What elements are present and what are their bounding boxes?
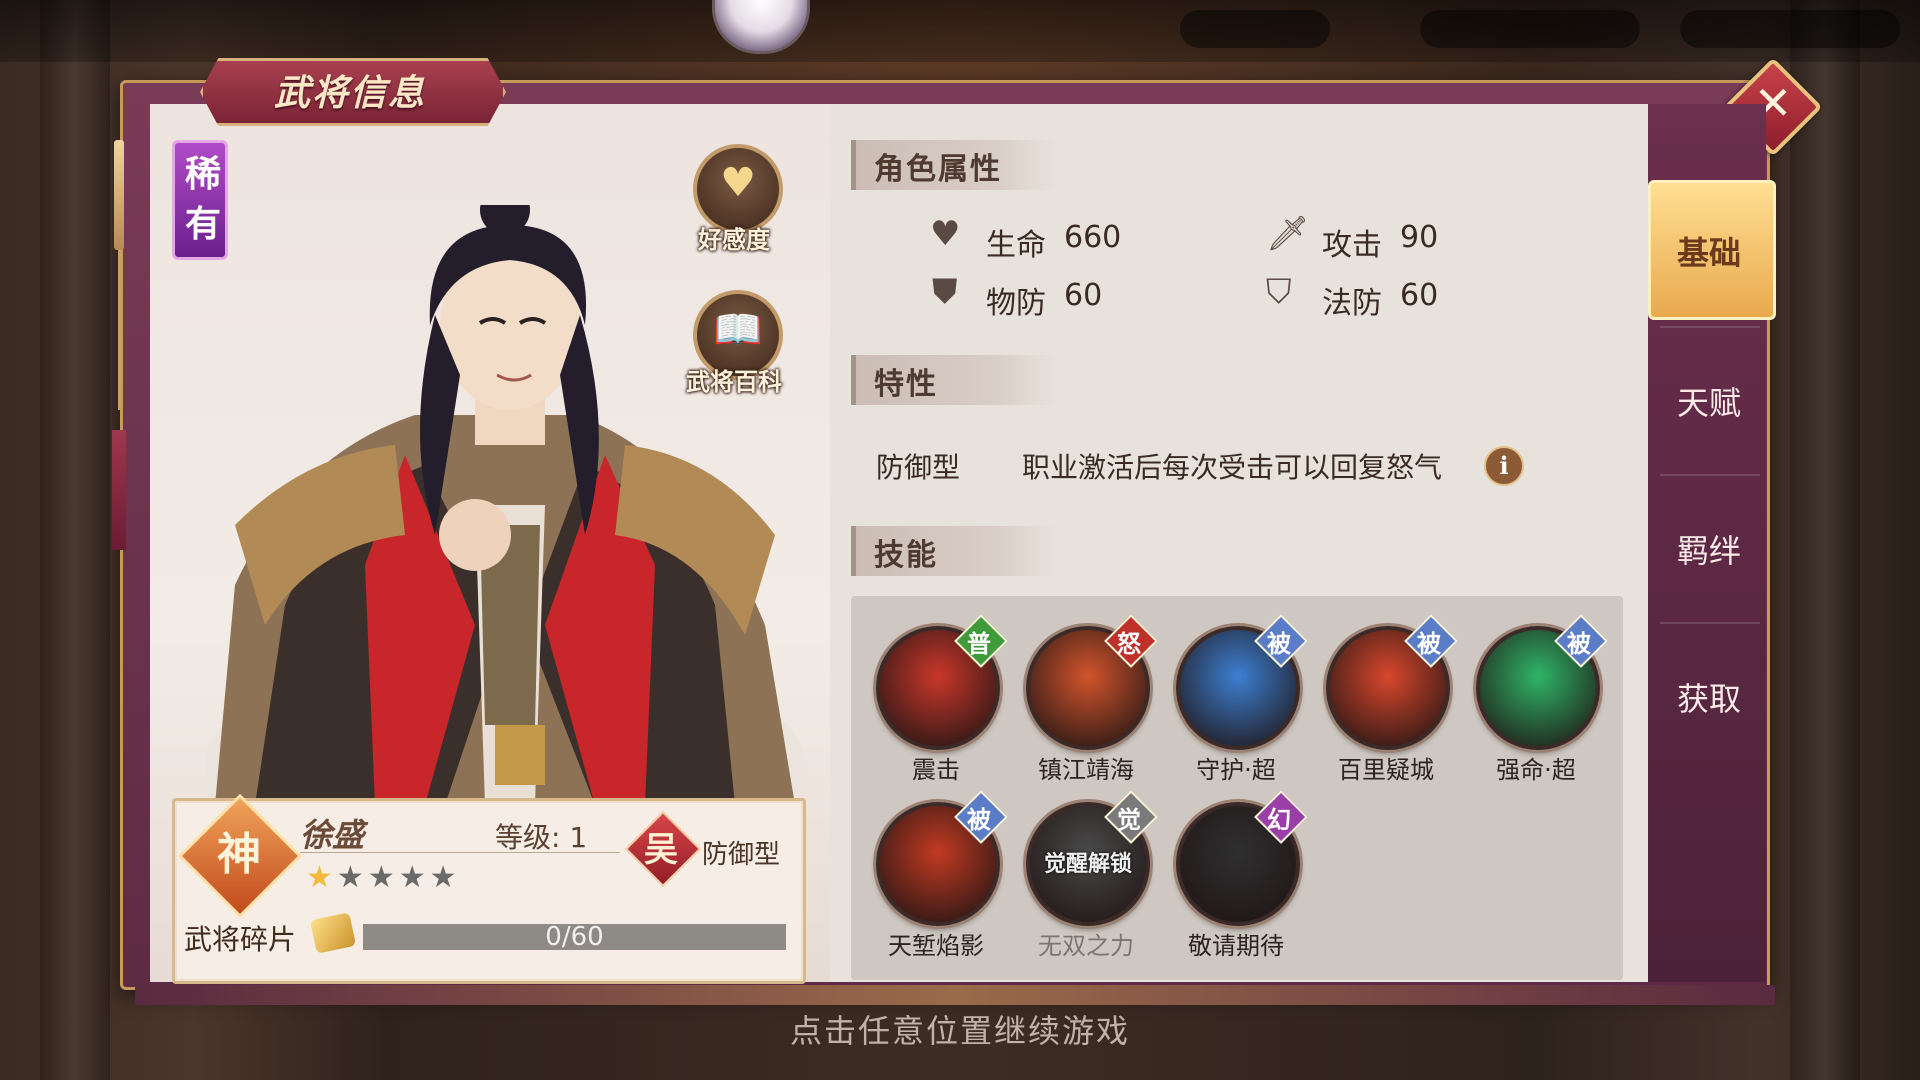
hero-class: 防御型 bbox=[702, 840, 781, 870]
heart-icon: ♥ bbox=[930, 214, 961, 254]
continue-hint: 点击任意位置继续游戏 bbox=[789, 1012, 1130, 1050]
tab-label[interactable]: 羁绊 bbox=[1652, 526, 1766, 572]
attr-label-magic-defense: 法防 bbox=[1322, 286, 1382, 321]
star-rating: ★★★★★ bbox=[306, 860, 461, 895]
skills-title: 技能 bbox=[874, 538, 938, 573]
tab-separator bbox=[1660, 622, 1760, 624]
star-empty-icon: ★ bbox=[429, 860, 461, 895]
resource-pill bbox=[1180, 10, 1330, 48]
attr-value-attack: 90 bbox=[1400, 220, 1439, 255]
resource-pill bbox=[1680, 10, 1900, 48]
skill-type-text: 怒 bbox=[1117, 629, 1141, 658]
background-pillar bbox=[40, 0, 110, 1080]
fragments-progress-text: 0/60 bbox=[545, 922, 604, 952]
hero-portrait bbox=[175, 205, 805, 805]
attr-value-magic-defense: 60 bbox=[1400, 278, 1439, 313]
tab-separator bbox=[1660, 326, 1760, 328]
trait-description: 职业激活后每次受击可以回复怒气 bbox=[1022, 451, 1443, 484]
attr-label-physical-defense: 物防 bbox=[986, 286, 1046, 321]
trait-type: 防御型 bbox=[876, 451, 961, 484]
skill-type-text: 觉 bbox=[1117, 805, 1141, 834]
heart-icon: ♥ bbox=[720, 160, 756, 206]
skill-name: 强命·超 bbox=[1496, 756, 1576, 784]
star-filled-icon: ★ bbox=[306, 860, 337, 895]
tab-label[interactable]: 获取 bbox=[1652, 674, 1766, 720]
attr-label-attack: 攻击 bbox=[1322, 228, 1382, 263]
skill-type-text: 被 bbox=[1267, 629, 1291, 658]
magic-shield-icon: ⛉ bbox=[1266, 272, 1292, 312]
skill-name: 镇江靖海 bbox=[1038, 756, 1134, 784]
shield-icon: ⛊ bbox=[932, 272, 958, 312]
attr-value-hp: 660 bbox=[1064, 220, 1122, 255]
faction-text: 吴 bbox=[644, 830, 678, 870]
divider bbox=[300, 852, 620, 853]
skill-name: 震击 bbox=[912, 756, 960, 784]
dialog-title: 武将信息 bbox=[273, 72, 426, 114]
trait-title: 特性 bbox=[874, 367, 938, 402]
sword-icon: 🗡 bbox=[1266, 214, 1310, 254]
dialog-bottom-trim bbox=[135, 985, 1775, 1005]
attributes-section-header: 角色属性 bbox=[851, 140, 1056, 190]
encyclopedia-label: 武将百科 bbox=[686, 368, 782, 396]
attr-label-hp: 生命 bbox=[986, 228, 1046, 263]
affinity-label: 好感度 bbox=[698, 226, 770, 254]
hanging-ornament bbox=[108, 130, 130, 550]
skill-name: 敬请期待 bbox=[1188, 932, 1284, 960]
info-icon[interactable]: i bbox=[1484, 446, 1524, 486]
attributes-title: 角色属性 bbox=[874, 152, 1002, 187]
resource-pill bbox=[1420, 10, 1640, 48]
skill-name: 守护·超 bbox=[1196, 756, 1276, 784]
skill-type-text: 普 bbox=[967, 629, 991, 658]
skill-name: 无双之力 bbox=[1038, 932, 1134, 960]
hero-level: 等级: 1 bbox=[495, 821, 588, 854]
star-empty-icon: ★ bbox=[367, 860, 399, 895]
star-empty-icon: ★ bbox=[398, 860, 430, 895]
trait-section-header: 特性 bbox=[851, 355, 1056, 405]
skill-type-text: 被 bbox=[1417, 629, 1441, 658]
grade-badge-text: 神 bbox=[217, 829, 261, 880]
skill-type-text: 被 bbox=[967, 805, 991, 834]
tab-separator bbox=[1660, 474, 1760, 476]
skill-type-text: 幻 bbox=[1267, 805, 1291, 834]
skills-section-header: 技能 bbox=[851, 526, 1056, 576]
book-icon: 📖 bbox=[713, 307, 763, 353]
fragments-label: 武将碎片 bbox=[184, 923, 297, 956]
skill-name: 百里疑城 bbox=[1338, 756, 1434, 784]
star-empty-icon: ★ bbox=[336, 860, 368, 895]
attr-value-physical-defense: 60 bbox=[1064, 278, 1103, 313]
skill-type-text: 被 bbox=[1567, 629, 1591, 658]
skill-name: 天堑焰影 bbox=[888, 932, 984, 960]
hero-name: 徐盛 bbox=[300, 816, 365, 854]
tab-label[interactable]: 天赋 bbox=[1652, 378, 1766, 424]
background-pillar bbox=[1790, 0, 1860, 1080]
tab-label[interactable]: 基础 bbox=[1652, 228, 1766, 274]
skill-lock-text: 觉醒解锁 bbox=[1043, 852, 1132, 877]
